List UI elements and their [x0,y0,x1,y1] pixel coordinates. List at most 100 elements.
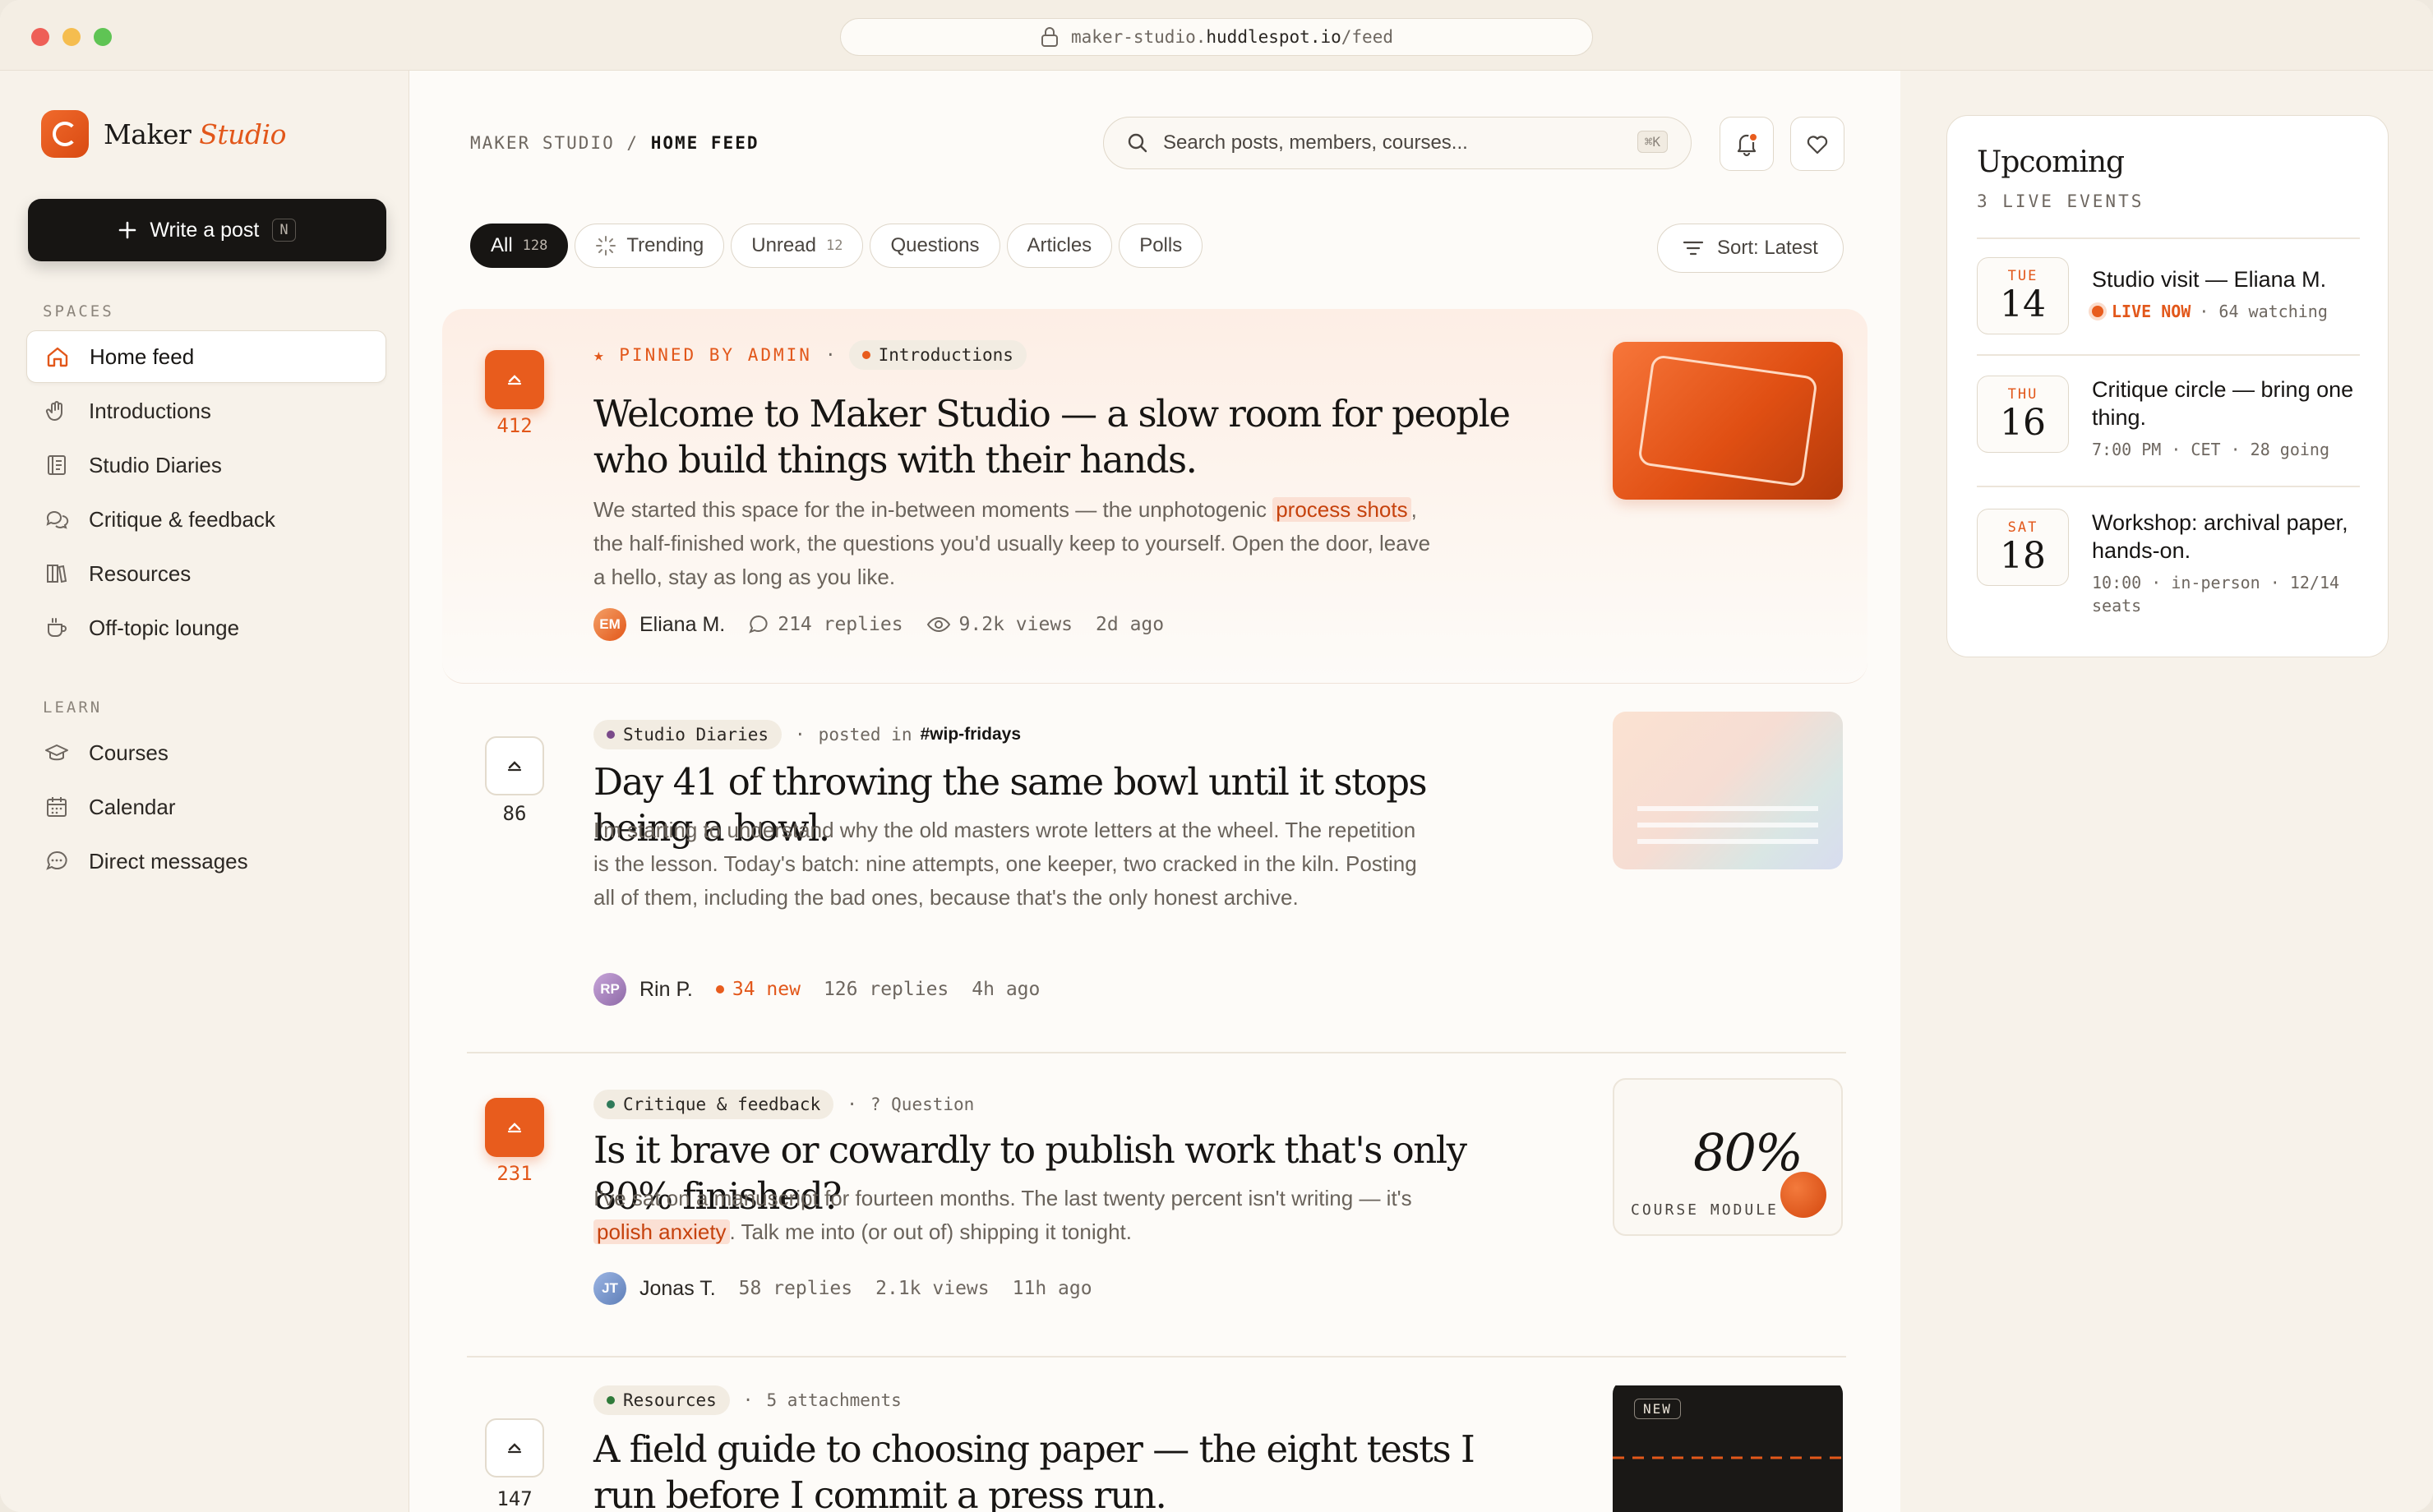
tag-label: Critique & feedback [623,1095,821,1114]
search-input[interactable]: Search posts, members, courses... ⌘K [1103,117,1692,169]
post-title[interactable]: Welcome to Maker Studio — a slow room fo… [593,391,1530,483]
post-tag[interactable]: Resources [593,1385,730,1415]
filter-label: Trending [626,234,704,256]
event-dow: TUE [2007,268,2038,284]
upvote-button[interactable] [485,736,544,795]
highlight: process shots [1272,497,1411,522]
post-time: 4h ago [972,979,1041,1000]
sidebar-item-label: Direct messages [89,848,248,874]
sidebar-item-home-feed[interactable]: Home feed [26,330,386,383]
thumb-label: COURSE MODULE [1631,1201,1779,1219]
maximize-window-button[interactable] [94,28,112,46]
sort-dropdown[interactable]: Sort: Latest [1657,224,1844,273]
write-post-button[interactable]: Write a post N [28,199,386,261]
separator: · [824,345,836,365]
post-thumbnail[interactable] [1613,342,1843,500]
event-title: Workshop: archival paper, hands-on. [2092,510,2348,563]
sidebar-item-label: Home feed [90,343,195,369]
filter-unread[interactable]: Unread 12 [731,224,864,268]
vote-count: 231 [496,1162,533,1185]
post-title[interactable]: A field guide to choosing paper — the ei… [593,1427,1530,1512]
notifications-button[interactable] [1720,117,1774,171]
post-thumbnail[interactable]: 80% COURSE MODULE [1613,1078,1843,1236]
chevron-up-icon [507,1443,522,1454]
author[interactable]: RP Rin P. [593,973,693,1006]
tag-label: Studio Diaries [623,725,769,744]
event-meta: 7:00 PM · CET · 28 going [2092,440,2329,459]
filter-count: 128 [522,237,548,254]
chat-bubbles-icon [44,507,69,532]
breadcrumb-space[interactable]: MAKER STUDIO [470,133,615,153]
breadcrumb: MAKER STUDIO / HOME FEED [470,133,759,153]
sidebar-item-label: Critique & feedback [89,506,275,532]
post-time: 2d ago [1096,614,1165,635]
event-dow: SAT [2007,519,2038,536]
sidebar-item-critique-feedback[interactable]: Critique & feedback [26,493,386,546]
heart-icon [1807,136,1828,154]
sidebar-item-off-topic-lounge[interactable]: Off-topic lounge [26,602,386,654]
sidebar-item-resources[interactable]: Resources [26,547,386,600]
views: 9.2k views [926,614,1073,635]
brand-name: Maker Studio [104,118,286,150]
orange-dot-icon [1780,1172,1826,1218]
chevron-up-icon [507,761,522,772]
sidebar-item-courses[interactable]: Courses [26,726,386,779]
sidebar-item-label: Studio Diaries [89,452,222,477]
post-thumbnail[interactable] [1613,712,1843,869]
upvote-button[interactable] [485,1418,544,1477]
post-meta-bottom: EM Eliana M. 214 replies 9.2k views 2d ag… [593,608,1164,641]
brand[interactable]: Maker Studio [41,110,286,158]
new-replies-badge[interactable]: 34 new [715,979,801,1000]
minimize-window-button[interactable] [62,28,81,46]
filter-trending[interactable]: Trending [575,224,725,268]
replies-count[interactable]: 58 replies [739,1278,852,1299]
post-tag[interactable]: Critique & feedback [593,1090,834,1119]
pinned-badge: ★ PINNED BY ADMIN [593,345,812,365]
replies-count[interactable]: 126 replies [824,979,949,1000]
post-card-pinned[interactable]: 412 ★ PINNED BY ADMIN · Introductions We… [442,309,1867,684]
bell-icon [1737,132,1758,157]
close-window-button[interactable] [31,28,49,46]
tag-label: Introductions [878,345,1013,365]
event-item[interactable]: TUE 14 Studio visit — Eliana M. LIVE NOW … [1977,257,2371,364]
post-thumbnail[interactable]: NEW [1613,1385,1843,1512]
event-item[interactable]: SAT 18 Workshop: archival paper, hands-on… [1977,509,2371,615]
author[interactable]: JT Jonas T. [593,1272,716,1305]
filter-all[interactable]: All 128 [470,224,569,268]
filter-questions[interactable]: Questions [870,224,1000,268]
sidebar-item-studio-diaries[interactable]: Studio Diaries [26,439,386,491]
post-tag[interactable]: Studio Diaries [593,720,783,749]
attachments-count: 5 attachments [766,1390,902,1410]
tag-dot [861,351,870,359]
sidebar-item-introductions[interactable]: Introductions [26,385,386,437]
comment-icon [749,615,768,634]
replies[interactable]: 214 replies [748,614,903,635]
upvote-button[interactable] [485,350,544,409]
upcoming-events-card: Upcoming 3 LIVE EVENTS TUE 14 Studio visi… [1946,115,2389,657]
vote-count: 147 [496,1487,533,1510]
post-meta-bottom: JT Jonas T. 58 replies 2.1k views 11h ago [593,1272,1092,1305]
filter-count: 12 [825,237,843,254]
author-name: Rin P. [639,977,693,1001]
views-count: 2.1k views [875,1278,990,1299]
favorites-button[interactable] [1790,117,1844,171]
post-card[interactable]: 147 Resources · 5 attachments A field gu… [442,1385,1867,1512]
author[interactable]: EM Eliana M. [593,608,725,641]
event-item[interactable]: THU 16 Critique circle — bring one thing.… [1977,376,2371,482]
address-bar[interactable]: maker-studio.huddlespot.io/feed [840,18,1593,56]
upvote-button[interactable] [485,1098,544,1157]
post-meta-top: ★ PINNED BY ADMIN · Introductions [593,340,1027,370]
post-divider [467,1356,1846,1358]
post-tag[interactable]: Introductions [848,340,1027,370]
post-card[interactable]: 86 Studio Diaries · posted in #wip-frida… [442,712,1867,1073]
event-title: Studio visit — Eliana M. [2092,267,2327,292]
post-card[interactable]: 231 Critique & feedback · ? Question Is … [442,1078,1867,1410]
vote-count: 412 [496,414,533,437]
sidebar-item-direct-messages[interactable]: Direct messages [26,835,386,887]
channel-link[interactable]: #wip-fridays [920,725,1021,744]
filter-polls[interactable]: Polls [1119,224,1203,268]
filter-articles[interactable]: Articles [1006,224,1113,268]
live-indicator-icon [2092,306,2103,317]
sidebar-item-calendar[interactable]: Calendar [26,781,386,833]
live-badge: LIVE NOW [2112,302,2191,321]
